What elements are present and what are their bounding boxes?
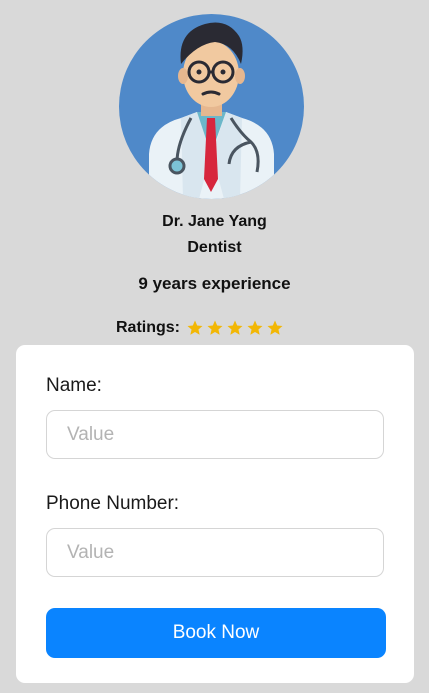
star-icon xyxy=(247,320,263,335)
doctor-avatar xyxy=(119,14,304,199)
ratings-label: Ratings: xyxy=(116,319,180,336)
name-input[interactable] xyxy=(46,410,384,459)
book-now-button[interactable]: Book Now xyxy=(46,608,386,658)
phone-label: Phone Number: xyxy=(46,493,180,514)
star-icon xyxy=(267,320,283,335)
star-icon xyxy=(187,320,203,335)
doctor-illustration xyxy=(149,22,274,199)
doctor-specialty: Dentist xyxy=(187,239,242,256)
ratings-row: Ratings: xyxy=(116,318,284,338)
star-icon xyxy=(227,320,243,335)
rating-stars xyxy=(186,319,284,337)
star-icon xyxy=(207,320,223,335)
phone-input[interactable] xyxy=(46,528,384,577)
doctor-experience: 9 years experience xyxy=(138,274,291,293)
name-label: Name: xyxy=(46,375,102,396)
doctor-name: Dr. Jane Yang xyxy=(162,213,267,230)
booking-form-card: Name: Phone Number: Book Now xyxy=(16,345,414,683)
